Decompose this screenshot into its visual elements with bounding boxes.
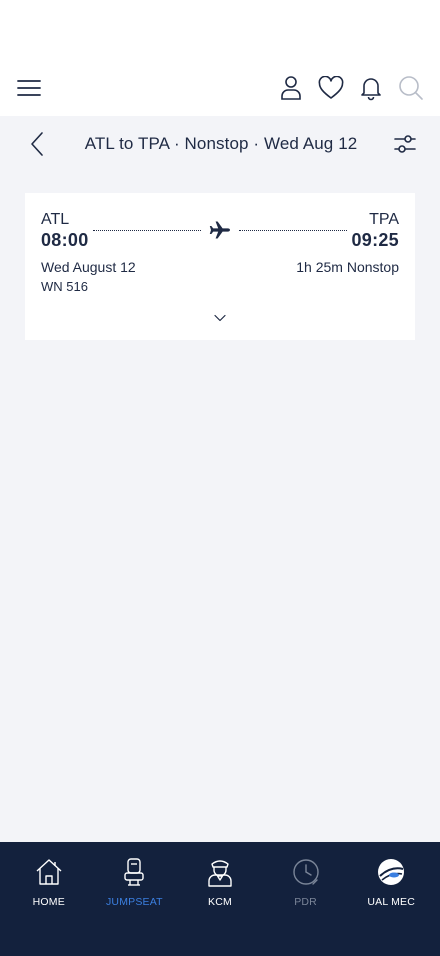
nav-home[interactable]: HOME [9, 856, 89, 956]
nav-kcm[interactable]: KCM [180, 856, 260, 956]
ual-mec-logo-icon [376, 856, 406, 888]
chevron-left-icon[interactable] [24, 131, 50, 157]
search-icon[interactable] [398, 75, 424, 101]
app-bar [0, 60, 440, 116]
pilot-icon [206, 856, 234, 888]
nav-jumpseat[interactable]: JUMPSEAT [94, 856, 174, 956]
nav-label-ual-mec: UAL MEC [367, 896, 416, 908]
route-dots-left [93, 229, 201, 231]
destination-code: TPA [369, 211, 399, 228]
clock-icon [291, 856, 321, 888]
route-line [93, 221, 347, 239]
title-bar: ATL to TPA · Nonstop · Wed Aug 12 [0, 116, 440, 172]
header-actions [278, 75, 424, 101]
status-bar-space [0, 0, 440, 60]
flight-date: Wed August 12 [41, 259, 136, 275]
nav-ual-mec[interactable]: UAL MEC [351, 856, 431, 956]
nav-label-pdr: PDR [294, 896, 317, 908]
nav-label-kcm: KCM [208, 896, 232, 908]
seat-icon [122, 856, 146, 888]
arrive-time: 09:25 [351, 229, 399, 250]
home-icon [34, 856, 64, 888]
flight-duration: 1h 25m Nonstop [296, 259, 399, 275]
times-row: 08:00 09:25 [41, 221, 399, 251]
chevron-down-icon[interactable] [214, 309, 226, 327]
hamburger-menu-icon[interactable] [16, 75, 42, 101]
filter-sliders-icon[interactable] [392, 131, 418, 157]
page-title: ATL to TPA · Nonstop · Wed Aug 12 [84, 134, 358, 153]
bell-icon[interactable] [358, 75, 384, 101]
bottom-nav: HOME JUMPSEAT KCM PDR UAL MEC [0, 842, 440, 956]
route-dots-right [239, 229, 347, 231]
flight-card[interactable]: ATL TPA 08:00 09:25 Wed August 12 1h 25m… [25, 193, 415, 340]
date-row: Wed August 12 1h 25m Nonstop [41, 259, 399, 275]
airplane-icon [209, 221, 231, 239]
origin-code: ATL [41, 211, 70, 228]
flight-number: WN 516 [41, 279, 88, 294]
heart-icon[interactable] [318, 75, 344, 101]
nav-pdr[interactable]: PDR [266, 856, 346, 956]
user-icon[interactable] [278, 75, 304, 101]
nav-label-jumpseat: JUMPSEAT [105, 896, 163, 908]
nav-label-home: HOME [32, 896, 65, 908]
depart-time: 08:00 [41, 229, 89, 250]
